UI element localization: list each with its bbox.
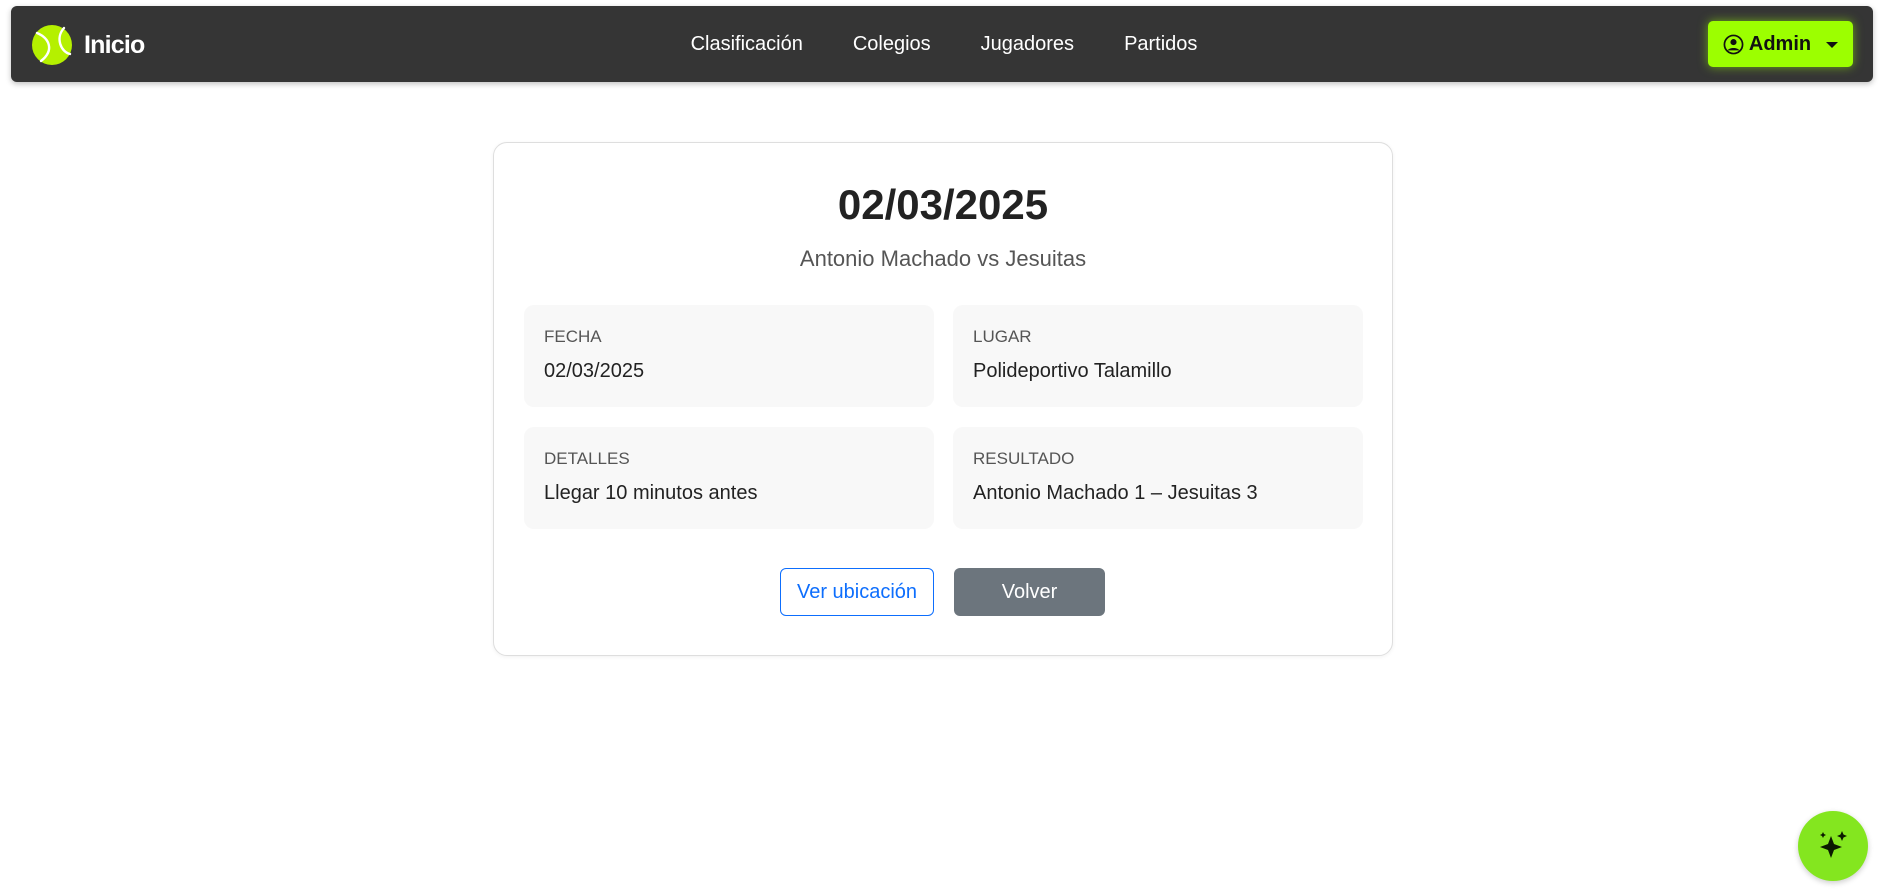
match-teams: Antonio Machado vs Jesuitas (799, 246, 1087, 271)
tennis-ball-icon (31, 24, 73, 66)
back-button[interactable]: Volver (954, 568, 1105, 616)
info-fecha: Fecha 02/03/2025 (524, 305, 934, 407)
nav-link-clasificacion[interactable]: Clasificación (691, 33, 803, 56)
nav-link-colegios[interactable]: Colegios (853, 33, 931, 56)
info-detalles-value: Llegar 10 minutos antes (544, 482, 758, 504)
sparkles-icon (1815, 828, 1851, 864)
info-lugar-value: Polideportivo Talamillo (973, 360, 1172, 382)
match-detail-card: 02/03/2025 Antonio Machado vs Jesuitas F… (493, 142, 1393, 656)
nav-link-jugadores[interactable]: Jugadores (981, 33, 1074, 56)
admin-menu-button[interactable]: Admin (1708, 21, 1853, 67)
nav-link-partidos[interactable]: Partidos (1124, 33, 1197, 56)
view-location-button[interactable]: Ver ubicación (780, 568, 934, 616)
info-detalles: Detalles Llegar 10 minutos antes (524, 427, 934, 529)
info-fecha-value: 02/03/2025 (544, 360, 645, 382)
admin-menu-label: Admin (1748, 32, 1812, 55)
info-detalles-label: Detalles (544, 449, 630, 468)
info-resultado-value: Antonio Machado 1 – Jesuitas 3 (973, 482, 1258, 504)
brand-label: Inicio (84, 30, 145, 59)
top-navbar: Inicio Clasificación Colegios Jugadores … (11, 6, 1873, 82)
info-resultado-label: Resultado (973, 449, 1075, 468)
match-title: 02/03/2025 (837, 181, 1049, 228)
info-lugar: Lugar Polideportivo Talamillo (953, 305, 1363, 407)
chevron-down-icon (1826, 41, 1839, 48)
nav-links: Clasificación Colegios Jugadores Partido… (11, 6, 1873, 82)
user-circle-icon (1723, 34, 1744, 55)
info-lugar-label: Lugar (973, 327, 1032, 346)
info-fecha-label: Fecha (544, 327, 602, 346)
brand-link[interactable]: Inicio (31, 24, 145, 66)
info-resultado: Resultado Antonio Machado 1 – Jesuitas 3 (953, 427, 1363, 529)
assistant-fab-button[interactable] (1798, 811, 1868, 881)
